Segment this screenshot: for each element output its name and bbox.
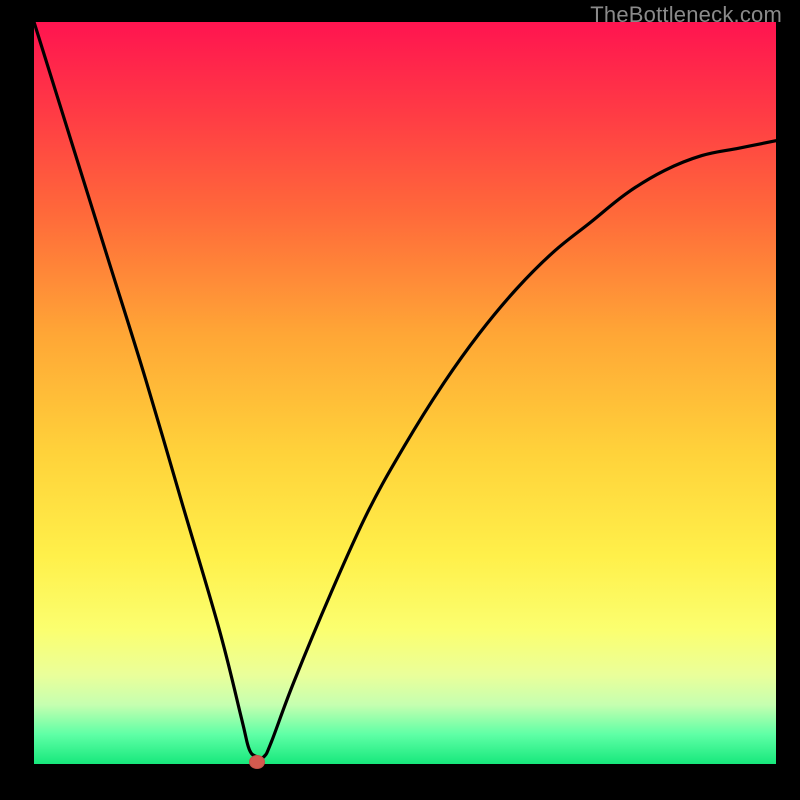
bottleneck-curve-svg bbox=[34, 22, 776, 764]
chart-frame: TheBottleneck.com bbox=[0, 0, 800, 800]
bottleneck-curve bbox=[34, 22, 776, 758]
optimal-point-marker bbox=[249, 755, 265, 769]
plot-area bbox=[34, 22, 776, 764]
